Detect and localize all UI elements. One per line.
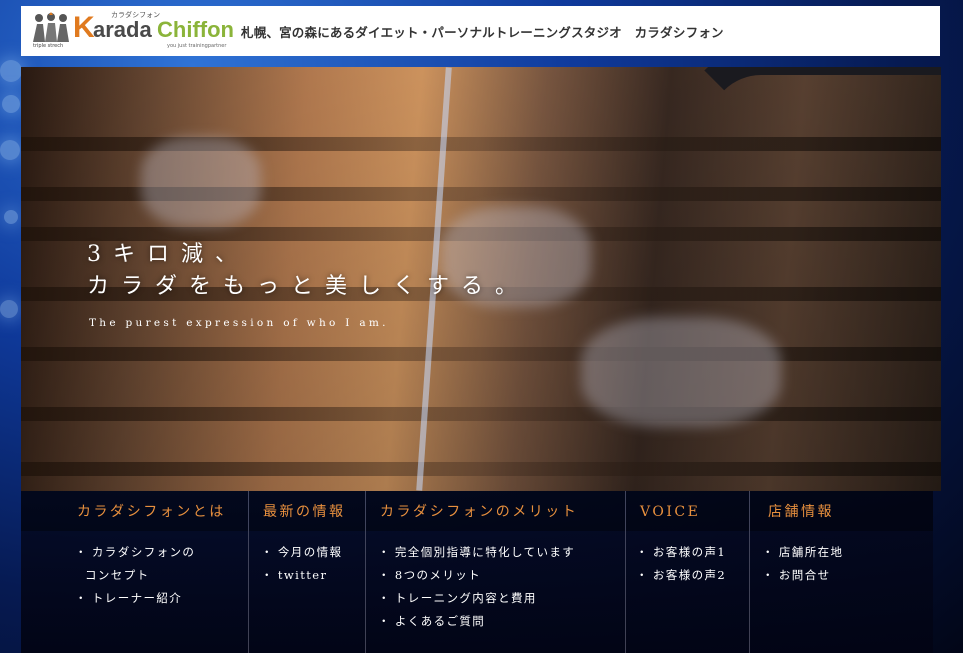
hero-handrail (681, 67, 941, 323)
nav-link-label: 今月の情報 (277, 545, 343, 559)
bullet-icon: ・ (378, 614, 391, 628)
site-logo[interactable]: カラダシフォン K arada Chiffon triple strech yo… (27, 6, 234, 56)
bullet-icon: ・ (636, 568, 649, 582)
bullet-icon: ・ (261, 545, 274, 559)
nav-link-label: お客様の声2 (652, 568, 727, 582)
site-title: 札幌、宮の森にあるダイエット・パーソナルトレーニングスタジオ カラダシフォン (241, 24, 724, 40)
nav-link-label: 完全個別指導に特化しています (394, 545, 576, 559)
bokeh-light (0, 60, 22, 82)
nav-link-label: お客様の声1 (652, 545, 727, 559)
nav-link-voice-2[interactable]: ・お客様の声2 (636, 564, 749, 587)
bullet-icon: ・ (378, 545, 391, 559)
nav-column-merits: カラダシフォンのメリット ・完全個別指導に特化しています ・ 8つのメリット ・ト… (366, 491, 626, 653)
nav-link-concept[interactable]: ・カラダシフォンのコンセプト (75, 541, 248, 587)
nav-link-label: トレーナー紹介 (91, 591, 183, 605)
nav-column-voice: VOICE ・お客様の声1 ・お客様の声2 (626, 491, 750, 653)
bullet-icon: ・ (75, 545, 88, 559)
nav-heading-news[interactable]: 最新の情報 (249, 491, 365, 531)
nav-link-label: 店舗所在地 (778, 545, 844, 559)
nav-link-faq[interactable]: ・よくあるご質問 (378, 610, 625, 633)
bullet-icon: ・ (762, 568, 775, 582)
hero-stair-stripe (21, 462, 941, 476)
nav-link-label: よくあるご質問 (394, 614, 486, 628)
bokeh-light (2, 95, 20, 113)
nav-heading-voice[interactable]: VOICE (626, 491, 749, 531)
bullet-icon: ・ (75, 591, 88, 605)
hero-stair-stripe (21, 407, 941, 421)
hero-motion-blur (141, 137, 261, 227)
brand-initial: K (73, 11, 95, 44)
hero-stair-stripe (21, 347, 941, 361)
trainers-illustration-icon (33, 12, 69, 42)
brand-name: arada (93, 17, 152, 42)
nav-link-label: お問合せ (778, 568, 831, 582)
nav-column-store: 店舗情報 ・店舗所在地 ・お問合せ (750, 491, 933, 653)
nav-link-voice-1[interactable]: ・お客様の声1 (636, 541, 749, 564)
nav-link-eight-merits[interactable]: ・ 8つのメリット (378, 564, 625, 587)
nav-link-contact[interactable]: ・お問合せ (762, 564, 933, 587)
bullet-icon: ・ (378, 591, 391, 605)
nav-link-individual[interactable]: ・完全個別指導に特化しています (378, 541, 625, 564)
nav-link-twitter[interactable]: ・ twitter (261, 564, 365, 587)
bullet-icon: ・ (636, 545, 649, 559)
nav-heading-merits[interactable]: カラダシフォンのメリット (366, 491, 625, 531)
nav-link-label: トレーニング内容と費用 (394, 591, 537, 605)
brand-name-second: Chiffon (157, 17, 234, 42)
logo-tagline-left: triple strech (33, 43, 64, 49)
nav-link-label: twitter (277, 568, 328, 582)
bokeh-light (0, 300, 18, 318)
nav-link-label-continued: コンセプト (85, 568, 150, 582)
nav-column-news: 最新の情報 ・今月の情報 ・ twitter (249, 491, 366, 653)
nav-heading-about[interactable]: カラダシフォンとは (21, 491, 248, 531)
bokeh-light (0, 140, 20, 160)
bullet-icon: ・ (261, 568, 274, 582)
nav-link-label: 8つのメリット (394, 568, 482, 582)
nav-column-about: カラダシフォンとは ・カラダシフォンの コンセプト ・トレーナー紹介 (21, 491, 249, 653)
hero-subline: The purest expression of who I am. (89, 317, 389, 329)
hero-headline-line1: 3キロ減、 (87, 242, 249, 267)
nav-link-location[interactable]: ・店舗所在地 (762, 541, 933, 564)
main-navigation: カラダシフォンとは ・カラダシフォンの コンセプト ・トレーナー紹介 最新の情報 … (21, 491, 933, 653)
site-header: カラダシフォン K arada Chiffon triple strech yo… (21, 6, 940, 56)
bullet-icon: ・ (762, 545, 775, 559)
nav-link-trainer[interactable]: ・トレーナー紹介 (75, 587, 248, 610)
bokeh-light (4, 210, 18, 224)
hero-banner: 3キロ減、 カラダをもっと美しくする。 The purest expressio… (21, 67, 941, 491)
hero-motion-blur (581, 317, 781, 427)
nav-link-monthly[interactable]: ・今月の情報 (261, 541, 365, 564)
nav-heading-store[interactable]: 店舗情報 (750, 491, 933, 531)
hero-headline-line2: カラダをもっと美しくする。 (87, 274, 530, 299)
logo-tagline-right: you just trainingpartner (167, 43, 227, 49)
nav-link-training-cost[interactable]: ・トレーニング内容と費用 (378, 587, 625, 610)
bullet-icon: ・ (378, 568, 391, 582)
nav-link-label: カラダシフォンの (91, 545, 196, 559)
